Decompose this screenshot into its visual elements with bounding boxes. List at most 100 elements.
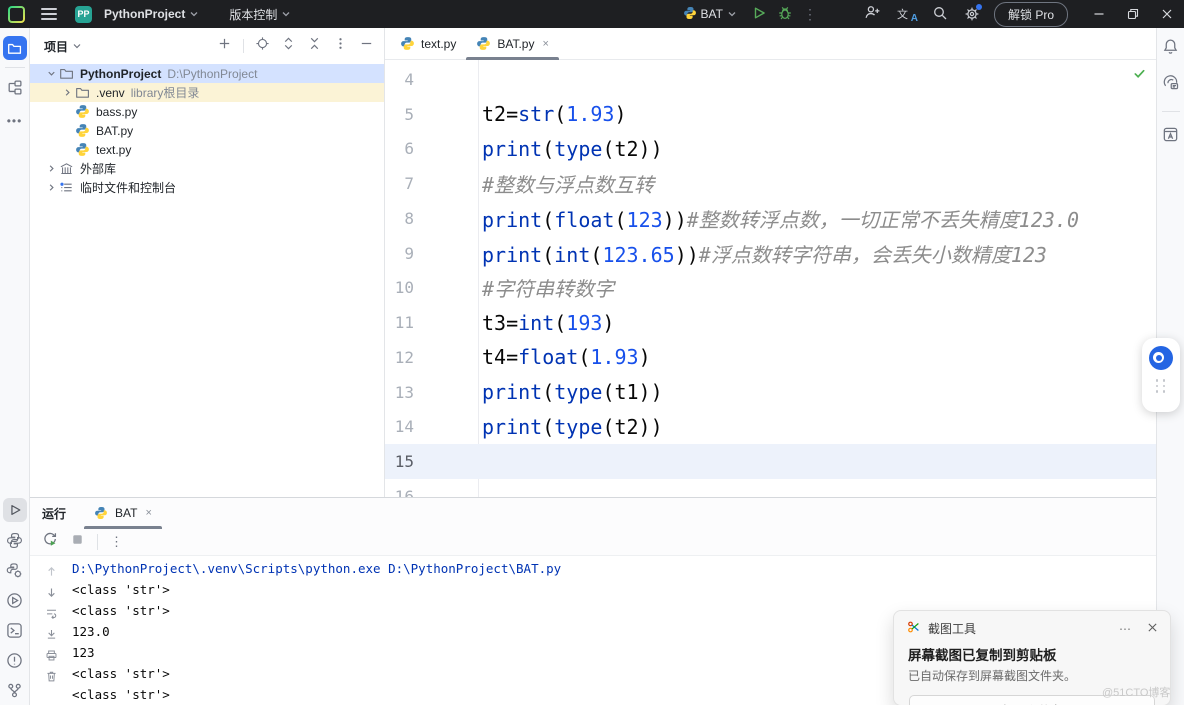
soft-wrap-icon[interactable] [45,603,58,624]
locate-file-button[interactable] [255,36,270,56]
restore-button[interactable] [1116,0,1150,28]
version-control-tool-button[interactable] [3,678,27,702]
problems-tool-button[interactable] [3,648,27,672]
chevron-down-icon [727,9,737,19]
python-file-icon [683,6,697,23]
project-selector[interactable]: PythonProject [100,4,203,24]
settings-badge [976,4,982,10]
tree-item-.venv[interactable]: .venvlibrary根目录 [30,83,384,102]
debug-button[interactable] [777,5,793,24]
floating-assistant-widget[interactable] [1142,338,1180,412]
more-tool-windows-button[interactable]: ••• [7,114,23,128]
code-line-15[interactable]: 15 [385,444,1156,479]
close-button[interactable] [1150,0,1184,28]
console-options-button[interactable]: ⋮ [110,534,124,550]
tree-chevron-icon[interactable] [44,163,59,174]
notification-close-button[interactable] [1147,622,1158,636]
code-line-11[interactable]: 11t3=int(193) [385,305,1156,340]
code-text: t3=int(193) [478,311,614,335]
tab-text-py[interactable]: text.py [390,28,466,59]
code-line-13[interactable]: 13print(type(t1)) [385,375,1156,410]
code-line-16[interactable]: 16 [385,479,1156,497]
add-button[interactable] [217,36,232,56]
rerun-button[interactable] [42,531,58,552]
collapse-all-button[interactable] [307,36,322,56]
documentation-icon[interactable] [1162,126,1179,148]
scroll-down-icon[interactable] [45,582,58,603]
notification-more-button[interactable]: ⋯ [1119,622,1131,636]
project-tool-button[interactable] [3,36,27,60]
line-number: 9 [385,244,478,263]
minimize-button[interactable] [1082,0,1116,28]
close-tab-icon[interactable]: × [542,38,548,50]
clear-console-icon[interactable] [45,666,58,687]
run-tab-bat[interactable]: BAT × [84,498,162,528]
code-text: print(int(123.65))#浮点数转字符串，会丢失小数精度123 [478,239,1047,268]
inspections-ok-icon[interactable] [1133,67,1146,85]
scroll-up-icon[interactable] [45,561,58,582]
vcs-label: 版本控制 [229,6,277,23]
code-text: print(float(123))#整数转浮点数，一切正常不丢失精度123.0 [478,204,1079,233]
code-with-me-icon[interactable] [864,4,881,24]
tab-label: BAT.py [497,37,534,51]
run-config-selector[interactable]: BAT [679,3,741,26]
panel-options-button[interactable] [333,36,348,56]
chevron-down-icon [72,41,82,51]
settings-button[interactable] [964,6,980,22]
run-tool-button[interactable] [3,498,27,522]
tree-item-临时文件和控制台[interactable]: 临时文件和控制台 [30,178,384,197]
code-line-9[interactable]: 9print(int(123.65))#浮点数转字符串，会丢失小数精度123 [385,236,1156,271]
main-menu-button[interactable] [41,8,57,20]
unlock-pro-button[interactable]: 解锁 Pro [994,2,1068,27]
project-panel-title[interactable]: 项目 [44,38,82,55]
line-number: 10 [385,278,478,297]
line-number: 15 [385,452,478,471]
run-button[interactable] [751,5,767,24]
close-tab-icon[interactable]: × [145,507,151,519]
services-tool-button[interactable] [3,588,27,612]
tab-bat-py[interactable]: BAT.py × [466,28,559,59]
expand-all-button[interactable] [281,36,296,56]
code-line-6[interactable]: 6print(type(t2)) [385,132,1156,167]
drag-handle[interactable] [1156,379,1167,393]
line-number: 6 [385,139,478,158]
vcs-menu[interactable]: 版本控制 [225,3,295,26]
scroll-to-end-icon[interactable] [45,624,58,645]
tree-item-bass.py[interactable]: bass.py [30,102,384,121]
terminal-tool-button[interactable] [3,618,27,642]
python-icon [75,104,91,120]
tree-chevron-icon[interactable] [44,68,59,79]
code-line-10[interactable]: 10#字符串转数字 [385,271,1156,306]
search-everywhere-icon[interactable] [932,5,948,24]
code-line-14[interactable]: 14print(type(t2)) [385,410,1156,445]
python-packages-button[interactable] [3,558,27,582]
tree-chevron-icon[interactable] [44,182,59,193]
more-actions-button[interactable]: ⋮ [803,6,818,23]
stop-button[interactable] [70,532,85,552]
code-line-5[interactable]: 5t2=str(1.93) [385,97,1156,132]
print-icon[interactable] [45,645,58,666]
code-line-7[interactable]: 7#整数与浮点数互转 [385,166,1156,201]
tree-chevron-icon[interactable] [60,87,75,98]
tree-item-BAT.py[interactable]: BAT.py [30,121,384,140]
assistant-ball-icon[interactable] [1149,346,1173,370]
title-bar: PP PythonProject 版本控制 BAT ⋮ [0,0,1184,28]
code-line-8[interactable]: 8print(float(123))#整数转浮点数，一切正常不丢失精度123.0 [385,201,1156,236]
tree-item-label: 外部库 [80,160,116,177]
line-number: 13 [385,383,478,402]
python-console-button[interactable] [3,528,27,552]
code-line-4[interactable]: 4 [385,62,1156,97]
tree-item-text.py[interactable]: text.py [30,140,384,159]
notifications-bell-icon[interactable] [1162,38,1179,60]
tree-item-PythonProject[interactable]: PythonProjectD:\PythonProject [30,64,384,83]
structure-tool-button[interactable] [3,75,27,99]
ai-assistant-icon[interactable] [1162,74,1180,97]
code-editor[interactable]: 45t2=str(1.93)6print(type(t2))7#整数与浮点数互转… [385,60,1156,497]
translate-icon[interactable]: 文A [897,6,916,22]
notification-app-name: 截图工具 [928,620,976,637]
tree-item-label: .venv [96,86,125,100]
code-text: t4=float(1.93) [478,345,651,369]
hide-panel-button[interactable] [359,36,374,56]
code-line-12[interactable]: 12t4=float(1.93) [385,340,1156,375]
tree-item-外部库[interactable]: 外部库 [30,159,384,178]
